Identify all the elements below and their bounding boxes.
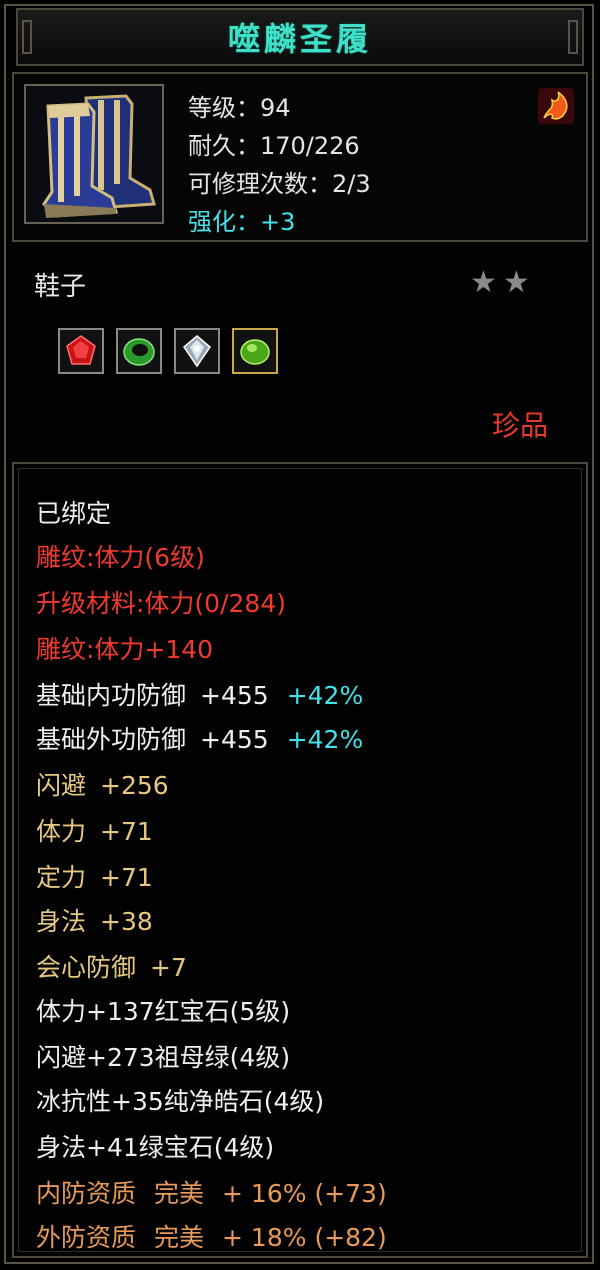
inner-defense-row: 基础内功防御 +455 +42% — [36, 676, 363, 712]
dodge-row: 闪避 +256 — [36, 766, 169, 802]
bound-status: 已绑定 — [36, 499, 112, 528]
star-icon: ★ — [470, 265, 497, 300]
fire-emblem-icon — [538, 88, 574, 124]
outer-defense-pct: +42% — [286, 725, 364, 754]
jade-ring-icon[interactable] — [116, 328, 162, 374]
rarity-label: 珍品 — [492, 409, 549, 442]
dodge-label: 闪避 — [36, 771, 87, 800]
focus-row: 定力 +71 — [36, 858, 153, 894]
item-header: 等级：94 耐久：170/226 可修理次数：2/3 强化：+3 — [12, 72, 588, 242]
crit-defense-row: 会心防御 +7 — [36, 948, 187, 984]
gem-bonus-2: 闪避+273祖母绿(4级) — [36, 1043, 291, 1072]
outer-quality-value: + 18% (+82) — [222, 1223, 387, 1252]
crit-defense-label: 会心防御 — [36, 953, 137, 982]
upgrade-material: 升级材料:体力(0/284) — [36, 589, 286, 618]
agility-row: 身法 +38 — [36, 902, 153, 938]
crit-defense-value: +7 — [150, 953, 187, 982]
outer-quality-label: 外防资质 — [36, 1223, 137, 1252]
outer-defense-value: +455 — [200, 725, 269, 754]
gem-bonus-3: 冰抗性+35纯净皓石(4级) — [36, 1087, 325, 1116]
boots-icon — [24, 84, 164, 224]
inner-defense-pct: +42% — [286, 681, 364, 710]
level-label: 等级：94 — [188, 94, 291, 122]
focus-value: +71 — [100, 863, 153, 892]
star-icon: ★ — [502, 265, 530, 300]
stamina-value: +71 — [100, 817, 153, 846]
agility-value: +38 — [100, 907, 153, 936]
star-rating: ★ ★ — [470, 268, 530, 298]
inner-quality-label: 内防资质 — [36, 1179, 137, 1208]
inner-defense-value: +455 — [200, 681, 269, 710]
outer-quality-row: 外防资质 完美 + 18% (+82) — [36, 1218, 387, 1254]
gem-bonus-1: 体力+137红宝石(5级) — [36, 997, 291, 1026]
dodge-value: +256 — [100, 771, 169, 800]
enhance-label: 强化：+3 — [188, 208, 296, 236]
diamond-gem-icon[interactable] — [174, 328, 220, 374]
durability-label: 耐久：170/226 — [188, 132, 360, 160]
attribute-panel: 已绑定 雕纹:体力(6级) 升级材料:体力(0/284) 雕纹:体力+140 基… — [12, 462, 588, 1258]
inner-quality-grade: 完美 — [154, 1179, 205, 1208]
ruby-gem-icon[interactable] — [58, 328, 104, 374]
agility-label: 身法 — [36, 907, 87, 936]
inner-quality-value: + 16% (+73) — [222, 1179, 387, 1208]
gem-sockets — [58, 328, 278, 374]
green-gem-icon[interactable] — [232, 328, 278, 374]
inner-quality-row: 内防资质 完美 + 16% (+73) — [36, 1174, 387, 1210]
outer-quality-grade: 完美 — [154, 1223, 205, 1252]
focus-label: 定力 — [36, 863, 87, 892]
carve-bonus: 雕纹:体力+140 — [36, 635, 214, 664]
inner-defense-label: 基础内功防御 — [36, 681, 187, 710]
outer-defense-label: 基础外功防御 — [36, 725, 187, 754]
stamina-label: 体力 — [36, 817, 87, 846]
title-bar: 噬麟圣履 — [16, 8, 584, 66]
stamina-row: 体力 +71 — [36, 812, 153, 848]
gem-bonus-4: 身法+41绿宝石(4级) — [36, 1133, 275, 1162]
item-title: 噬麟圣履 — [227, 20, 372, 58]
repair-count-label: 可修理次数：2/3 — [188, 170, 371, 198]
outer-defense-row: 基础外功防御 +455 +42% — [36, 720, 363, 756]
carve-level: 雕纹:体力(6级) — [36, 543, 205, 572]
item-type-label: 鞋子 — [34, 272, 87, 302]
